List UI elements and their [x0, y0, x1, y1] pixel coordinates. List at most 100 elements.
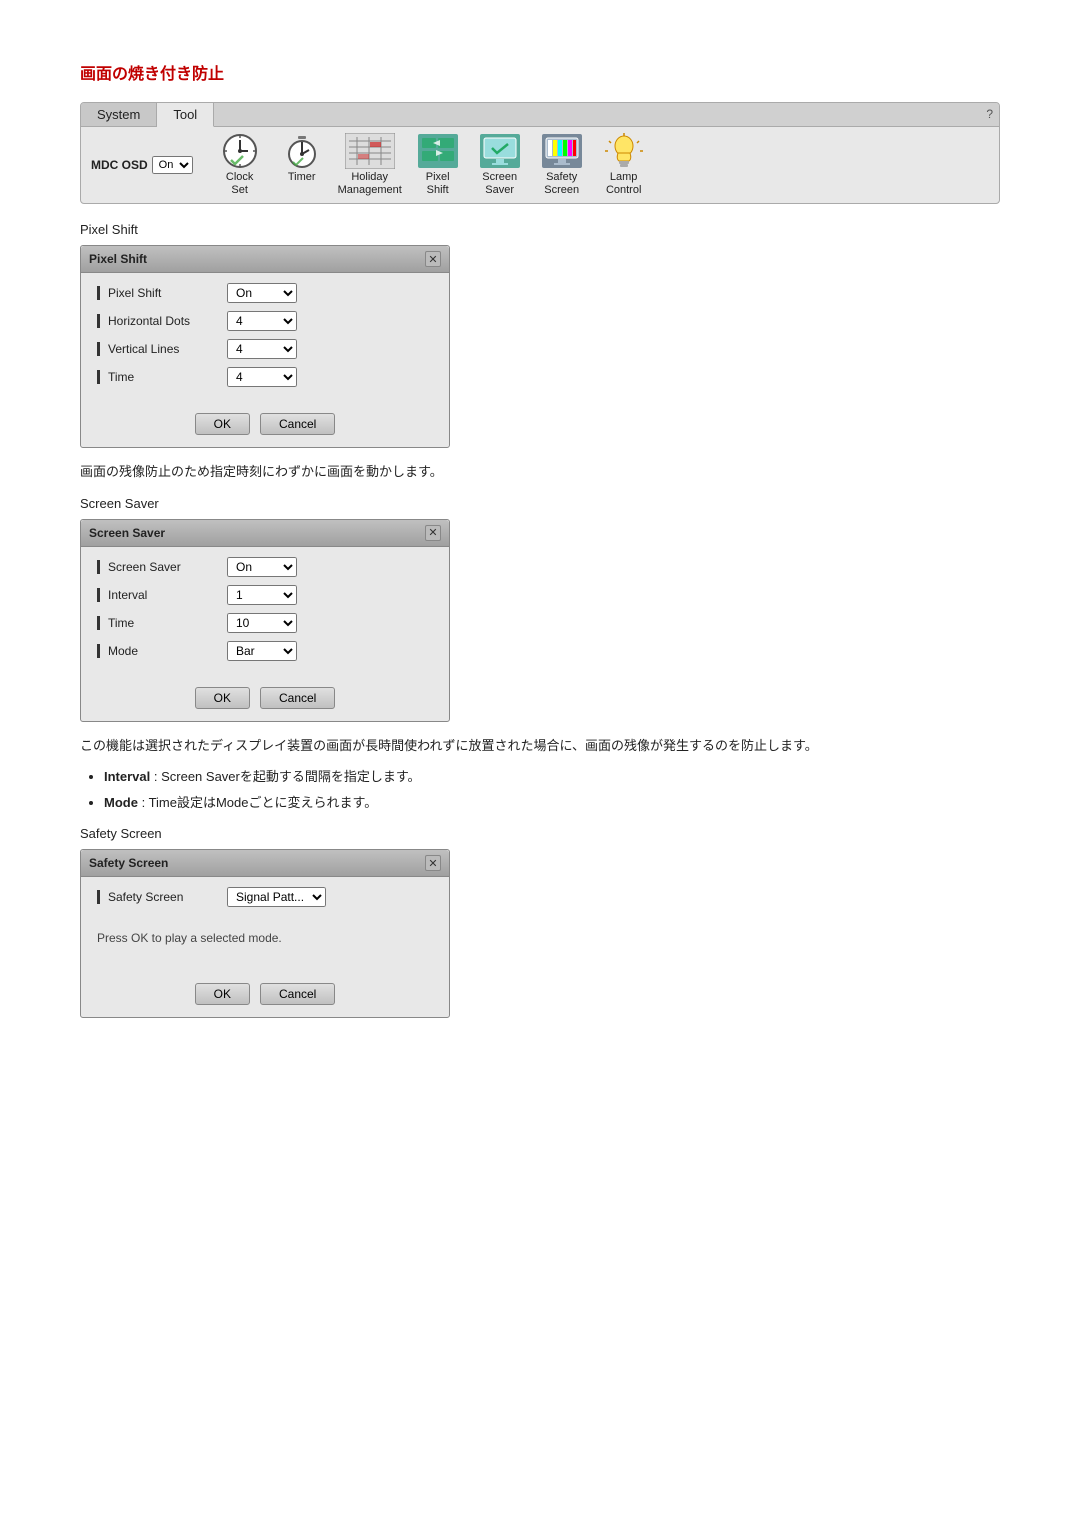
pixel-shift-description: 画面の残像防止のため指定時刻にわずかに画面を動かします。	[80, 462, 1000, 482]
screen-saver-row-0-label: Screen Saver	[97, 560, 227, 574]
bullet-mode: Mode : Time設定はModeごとに変えられます。	[104, 793, 1000, 813]
pixel-shift-icon-box	[416, 133, 460, 169]
screen-saver-row-3-label: Mode	[97, 644, 227, 658]
screen-saver-dialog: Screen Saver ✕ Screen Saver OnOff Interv…	[80, 519, 450, 722]
holiday-label: HolidayManagement	[338, 171, 402, 197]
safety-screen-icon	[542, 134, 582, 168]
screen-saver-buttons: OK Cancel	[81, 687, 449, 709]
toolbar-item-safety-screen[interactable]: SafetyScreen	[533, 133, 591, 197]
mdc-osd-row: MDC OSD On Off	[91, 156, 193, 174]
pixel-shift-row-1-label: Horizontal Dots	[97, 314, 227, 328]
screen-saver-title-bar: Screen Saver ✕	[81, 520, 449, 547]
row-bar-2	[97, 342, 100, 356]
lamp-control-label: LampControl	[606, 171, 641, 197]
bullet-interval: Interval : Screen Saverを起動する間隔を指定します。	[104, 767, 1000, 787]
toolbar-tabs: System Tool ?	[81, 103, 999, 127]
toolbar-item-pixel-shift[interactable]: PixelShift	[409, 133, 467, 197]
pixel-shift-value-0[interactable]: OnOff	[227, 283, 297, 303]
screen-saver-ok-button[interactable]: OK	[195, 687, 250, 709]
screen-saver-value-2[interactable]: 10520	[227, 613, 297, 633]
ss-row-bar-3	[97, 644, 100, 658]
screen-saver-row-1: Interval 123	[97, 585, 433, 605]
question-icon[interactable]: ?	[986, 107, 993, 121]
ss-row-bar-0	[97, 560, 100, 574]
safety-screen-row-0-label: Safety Screen	[97, 890, 227, 904]
ss-row-bar-2	[97, 616, 100, 630]
screen-saver-section-header: Screen Saver	[80, 496, 1000, 511]
timer-icon	[283, 132, 321, 170]
safety-screen-value-0[interactable]: Signal Patt...FillBar	[227, 887, 326, 907]
mdc-osd-label: MDC OSD	[91, 158, 148, 172]
screen-saver-icon	[480, 134, 520, 168]
clock-set-label: ClockSet	[226, 171, 254, 197]
pixel-shift-dialog: Pixel Shift ✕ Pixel Shift OnOff Horizont…	[80, 245, 450, 448]
toolbar-items: ClockSet Timer	[211, 133, 653, 197]
safety-screen-info: Press OK to play a selected mode.	[81, 925, 449, 951]
toolbar-item-clock-set[interactable]: ClockSet	[211, 133, 269, 197]
bullet-mode-strong: Mode	[104, 795, 138, 810]
pixel-shift-label: PixelShift	[426, 171, 450, 197]
screen-saver-value-1[interactable]: 123	[227, 585, 297, 605]
timer-label: Timer	[288, 171, 316, 184]
bullet-mode-text: : Time設定はModeごとに変えられます。	[142, 795, 378, 810]
tab-tool[interactable]: Tool	[157, 103, 214, 127]
screen-saver-value-3[interactable]: BarFadeScroll	[227, 641, 297, 661]
safety-screen-title-bar: Safety Screen ✕	[81, 850, 449, 877]
lamp-control-icon	[604, 133, 644, 169]
timer-icon-box	[280, 133, 324, 169]
safety-screen-dialog-title: Safety Screen	[89, 856, 168, 870]
bullet-interval-text: : Screen Saverを起動する間隔を指定します。	[154, 769, 421, 784]
pixel-shift-row-1: Horizontal Dots 4026	[97, 311, 433, 331]
pixel-shift-cancel-button[interactable]: Cancel	[260, 413, 335, 435]
holiday-icon	[345, 133, 395, 169]
pixel-shift-value-1[interactable]: 4026	[227, 311, 297, 331]
safety-screen-cancel-button[interactable]: Cancel	[260, 983, 335, 1005]
page-title: 画面の焼き付き防止	[80, 60, 1000, 84]
safety-screen-row-0: Safety Screen Signal Patt...FillBar	[97, 887, 433, 907]
pixel-shift-buttons: OK Cancel	[81, 413, 449, 435]
row-bar-1	[97, 314, 100, 328]
safety-screen-body: Safety Screen Signal Patt...FillBar	[81, 877, 449, 925]
toolbar-item-lamp-control[interactable]: LampControl	[595, 133, 653, 197]
screen-saver-row-1-label: Interval	[97, 588, 227, 602]
mdc-osd-select[interactable]: On Off	[152, 156, 193, 174]
clock-set-icon	[221, 132, 259, 170]
safety-screen-close-button[interactable]: ✕	[425, 855, 441, 871]
pixel-shift-ok-button[interactable]: OK	[195, 413, 250, 435]
screen-saver-close-button[interactable]: ✕	[425, 525, 441, 541]
pixel-shift-section-header: Pixel Shift	[80, 222, 1000, 237]
pixel-shift-value-3[interactable]: 4026	[227, 367, 297, 387]
safety-row-bar-0	[97, 890, 100, 904]
safety-screen-ok-button[interactable]: OK	[195, 983, 250, 1005]
safety-screen-dialog: Safety Screen ✕ Safety Screen Signal Pat…	[80, 849, 450, 1018]
pixel-shift-row-0: Pixel Shift OnOff	[97, 283, 433, 303]
pixel-shift-icon	[418, 134, 458, 168]
lamp-control-icon-box	[602, 133, 646, 169]
tab-system[interactable]: System	[81, 103, 157, 126]
pixel-shift-row-3-label: Time	[97, 370, 227, 384]
toolbar: System Tool ? MDC OSD On Off	[80, 102, 1000, 204]
toolbar-item-timer[interactable]: Timer	[273, 133, 331, 197]
screen-saver-value-0[interactable]: OnOff	[227, 557, 297, 577]
safety-screen-section-header: Safety Screen	[80, 826, 1000, 841]
pixel-shift-body: Pixel Shift OnOff Horizontal Dots 4026 V…	[81, 273, 449, 405]
toolbar-item-holiday[interactable]: HolidayManagement	[335, 133, 405, 197]
screen-saver-row-2-label: Time	[97, 616, 227, 630]
clock-set-icon-box	[218, 133, 262, 169]
screen-saver-icon-box	[478, 133, 522, 169]
pixel-shift-title-bar: Pixel Shift ✕	[81, 246, 449, 273]
pixel-shift-value-2[interactable]: 4026	[227, 339, 297, 359]
screen-saver-cancel-button[interactable]: Cancel	[260, 687, 335, 709]
screen-saver-label: ScreenSaver	[482, 171, 517, 197]
bullet-interval-strong: Interval	[104, 769, 150, 784]
pixel-shift-close-button[interactable]: ✕	[425, 251, 441, 267]
row-bar-0	[97, 286, 100, 300]
ss-row-bar-1	[97, 588, 100, 602]
toolbar-item-screen-saver[interactable]: ScreenSaver	[471, 133, 529, 197]
safety-screen-icon-box	[540, 133, 584, 169]
screen-saver-dialog-title: Screen Saver	[89, 526, 165, 540]
screen-saver-row-2: Time 10520	[97, 613, 433, 633]
toolbar-body: MDC OSD On Off	[81, 127, 999, 203]
holiday-icon-box	[343, 133, 397, 169]
safety-screen-buttons: OK Cancel	[81, 983, 449, 1005]
